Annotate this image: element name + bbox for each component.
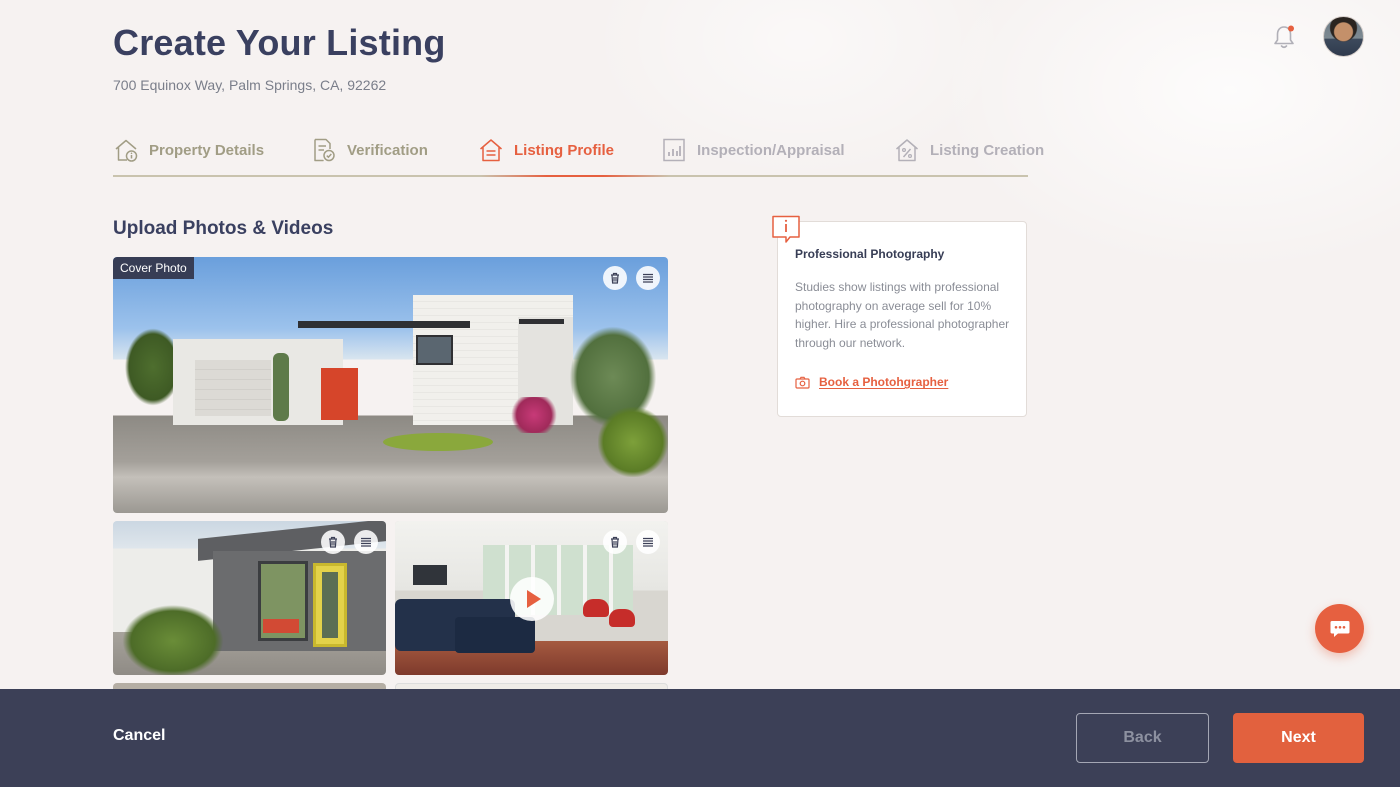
delete-photo-button[interactable] [603,530,627,554]
info-speech-icon [772,215,800,243]
tip-card-title: Professional Photography [795,247,945,261]
chart-document-icon [663,138,685,162]
cover-photo-tile[interactable]: Cover Photo [113,257,668,513]
footer-bar: Cancel Back Next [0,689,1400,787]
photography-tip-card: Professional Photography Studies show li… [777,221,1027,417]
trash-icon [329,536,337,548]
notifications-button[interactable] [1270,22,1298,52]
bell-icon [1274,25,1294,49]
step-label: Inspection/Appraisal [697,141,845,159]
tip-card-text: Studies show listings with professional … [795,280,1010,350]
step-label: Property Details [149,141,265,159]
drag-handle-icon [643,273,653,283]
property-address: 700 Equinox Way, Palm Springs, CA, 92262 [113,77,387,93]
user-avatar[interactable] [1323,16,1364,57]
cover-photo-badge: Cover Photo [113,257,194,279]
trash-icon [611,536,619,548]
reorder-photo-handle[interactable] [354,530,378,554]
step-listing-profile[interactable]: Listing Profile [478,136,614,164]
chat-button[interactable] [1315,604,1364,653]
delete-photo-button[interactable] [321,530,345,554]
step-label: Listing Profile [514,141,615,159]
next-button[interactable]: Next [1233,713,1364,763]
camera-icon [795,376,810,389]
book-photographer-link[interactable]: Book a Photohgrapher [795,375,948,389]
upload-section-title: Upload Photos & Videos [113,218,334,239]
front-porch-photo [113,521,386,675]
drag-handle-icon [643,537,653,547]
house-percent-icon [896,139,918,162]
chat-bubble-icon [1330,620,1349,637]
progress-stepper: Property Details Verification Listing Pr… [113,130,1044,178]
reorder-photo-handle[interactable] [636,530,660,554]
drag-handle-icon [361,537,371,547]
photo-tile[interactable] [113,521,386,675]
step-label: Verification [347,141,428,159]
cancel-button[interactable]: Cancel [113,727,165,745]
reorder-photo-handle[interactable] [636,266,660,290]
play-video-button[interactable] [510,577,554,621]
step-property-details[interactable]: Property Details [113,136,264,164]
house-list-icon [480,139,502,162]
back-button[interactable]: Back [1076,713,1209,763]
step-verification[interactable]: Verification [311,136,428,164]
house-info-icon [115,139,138,162]
trash-icon [611,272,619,284]
page-title: Create Your Listing [113,22,446,63]
house-exterior-photo [113,257,668,513]
step-label: Listing Creation [930,141,1045,159]
delete-photo-button[interactable] [603,266,627,290]
book-photographer-label: Book a Photohgrapher [819,375,949,389]
step-listing-creation[interactable]: Listing Creation [894,136,1044,164]
step-inspection-appraisal[interactable]: Inspection/Appraisal [661,136,845,164]
stepper-active-indicator [480,175,670,177]
document-check-icon [314,138,335,162]
video-tile[interactable] [395,521,668,675]
